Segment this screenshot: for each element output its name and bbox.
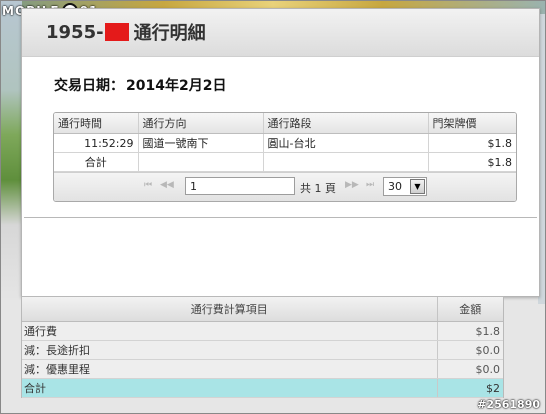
image-frame: [0, 0, 546, 414]
